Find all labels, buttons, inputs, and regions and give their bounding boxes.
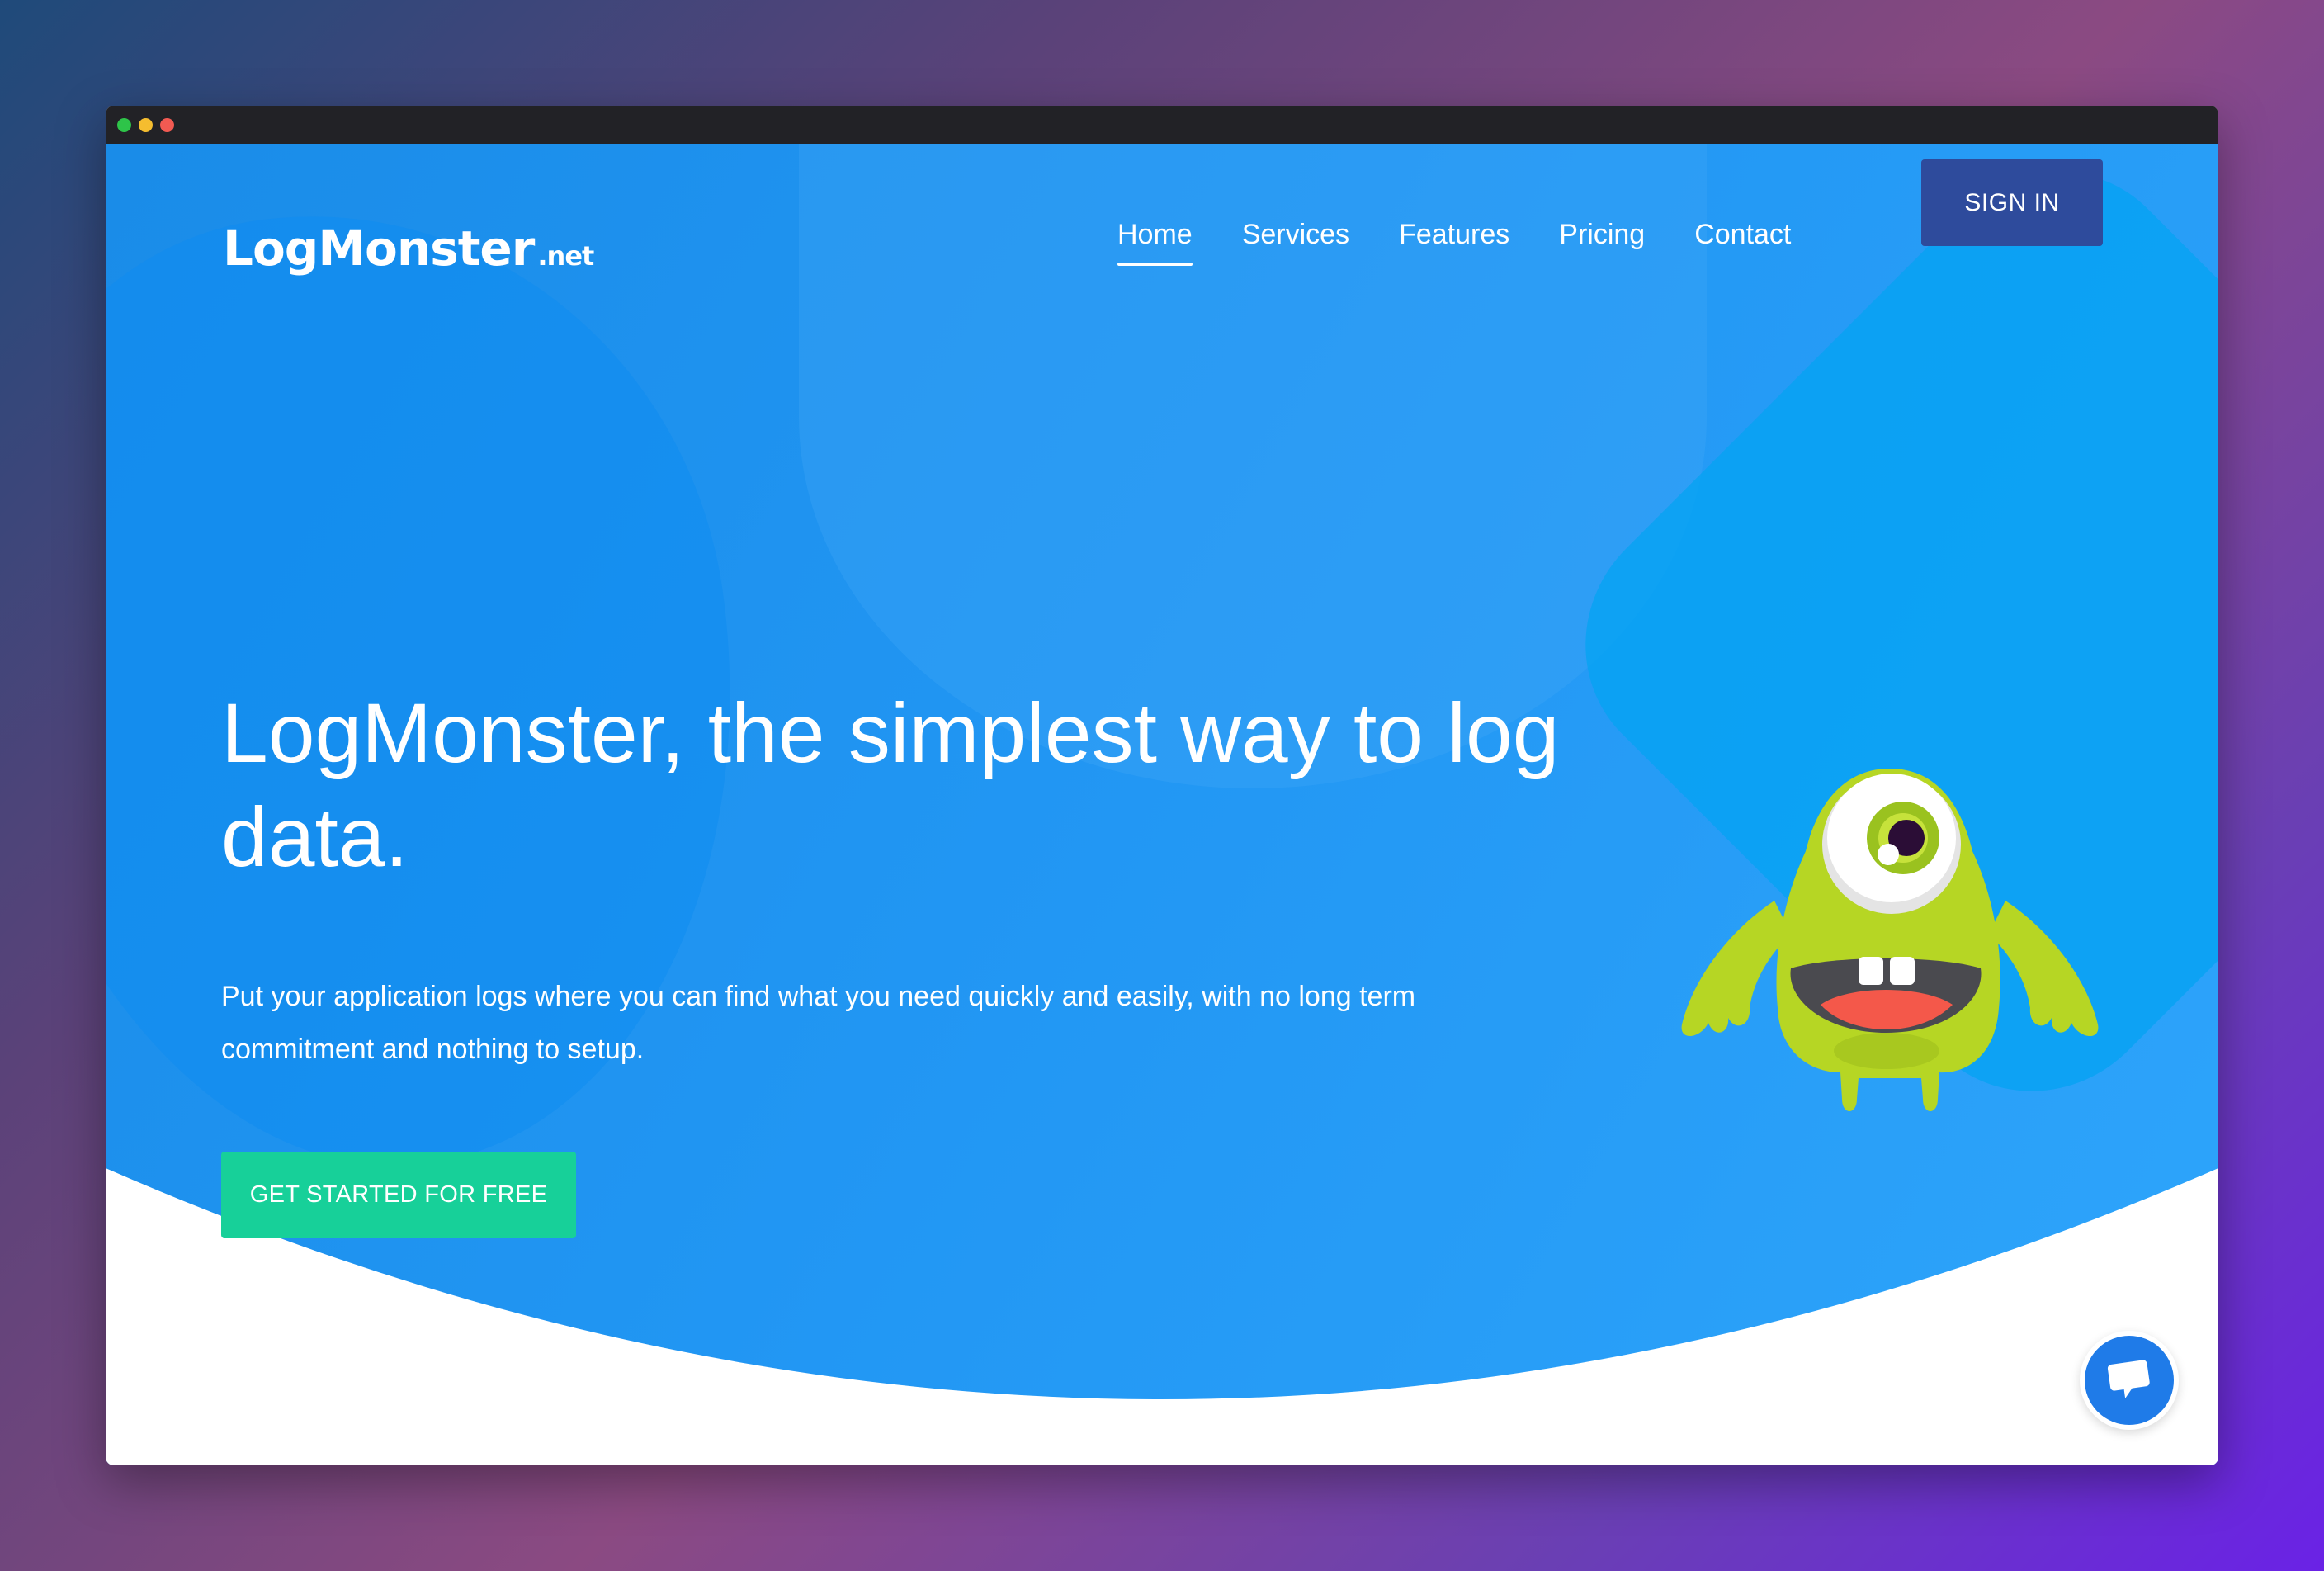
window-minimize-button[interactable] bbox=[139, 118, 153, 132]
nav-services[interactable]: Services bbox=[1242, 219, 1349, 266]
monster-mascot-icon bbox=[1681, 769, 2099, 1111]
window-close-button[interactable] bbox=[160, 118, 174, 132]
window-titlebar bbox=[106, 106, 2218, 144]
window-zoom-button[interactable] bbox=[117, 118, 131, 132]
nav-features[interactable]: Features bbox=[1399, 219, 1509, 266]
browser-window: LogMonster .net Home Services Features Pr… bbox=[106, 106, 2218, 1465]
hero-subtext: Put your application logs where you can … bbox=[221, 981, 1416, 1065]
chat-widget-button[interactable] bbox=[2080, 1331, 2179, 1430]
get-started-button[interactable]: GET STARTED FOR FREE bbox=[221, 1152, 576, 1238]
nav-pricing[interactable]: Pricing bbox=[1559, 219, 1645, 266]
hero-section: LogMonster .net Home Services Features Pr… bbox=[106, 144, 2218, 1465]
chat-icon bbox=[2107, 1360, 2150, 1398]
sign-in-button[interactable]: SIGN IN bbox=[1921, 159, 2103, 246]
nav-home[interactable]: Home bbox=[1117, 219, 1193, 266]
hero-headline: LogMonster, the simplest way to log data… bbox=[221, 686, 1560, 884]
logo-tld: .net bbox=[537, 240, 594, 272]
logo-text: LogMonster bbox=[223, 220, 535, 277]
nav-contact[interactable]: Contact bbox=[1694, 219, 1791, 266]
main-nav: Home Services Features Pricing Contact bbox=[1117, 219, 1791, 266]
site-logo[interactable]: LogMonster .net bbox=[223, 220, 594, 277]
